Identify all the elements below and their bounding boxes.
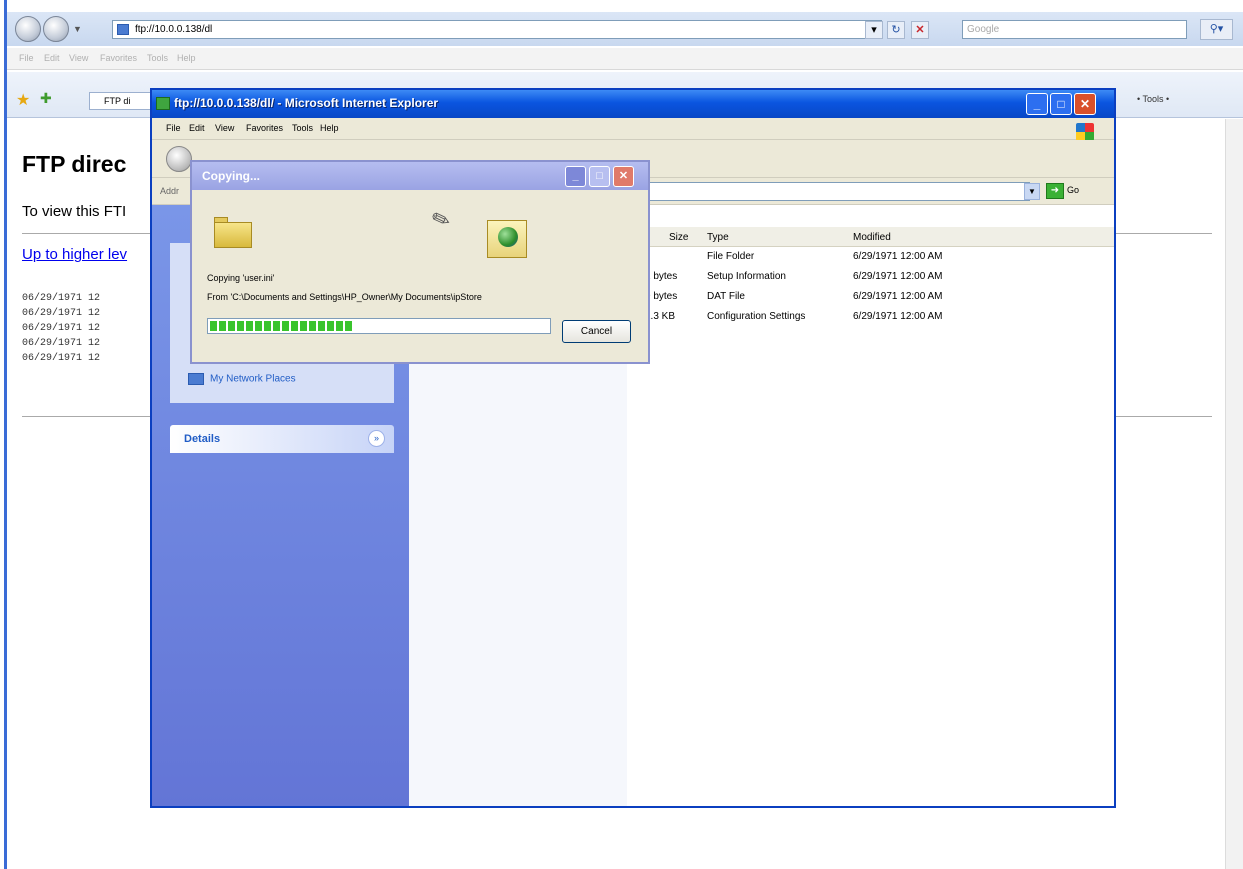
page-icon [117, 24, 129, 35]
search-input[interactable]: Google [962, 20, 1187, 39]
listing-row[interactable]: 06/29/1971 12 [22, 321, 100, 336]
address-text: ftp://10.0.0.138/dl [135, 24, 213, 35]
menu-help[interactable]: Help [177, 53, 196, 63]
copy-progress-bar [207, 318, 551, 334]
menu-tools[interactable]: Tools [147, 53, 168, 63]
back-button[interactable] [15, 16, 41, 42]
address-dropdown-icon[interactable]: ▼ [1024, 183, 1040, 200]
file-list-header: Size Type Modified [627, 227, 1114, 247]
file-row[interactable]: 2.3 KB Configuration Settings 6/29/1971 … [627, 308, 1114, 328]
forward-button[interactable] [43, 16, 69, 42]
close-button[interactable]: ✕ [1074, 93, 1096, 115]
menu-file[interactable]: File [19, 53, 34, 63]
file-row[interactable]: 2 bytes Setup Information 6/29/1971 12:0… [627, 268, 1114, 288]
expand-chevron-icon[interactable]: » [368, 430, 385, 447]
add-favorite-icon[interactable]: ✚ [40, 90, 52, 107]
go-label: Go [1067, 185, 1080, 195]
file-type: Setup Information [707, 271, 786, 282]
ftp-folder-icon [156, 97, 170, 110]
page-title: FTP direc [22, 151, 127, 177]
search-icon[interactable]: ⚲▾ [1200, 19, 1233, 40]
file-type: Configuration Settings [707, 311, 806, 322]
maximize-button[interactable]: □ [1050, 93, 1072, 115]
view-instructions: To view this FTI [22, 203, 127, 220]
tab-label: FTP di [104, 96, 131, 106]
listing-row[interactable]: 06/29/1971 12 [22, 336, 100, 351]
menu-edit[interactable]: Edit [189, 123, 205, 133]
menu-help[interactable]: Help [320, 123, 339, 133]
recent-pages-dropdown-icon[interactable]: ▼ [73, 24, 82, 34]
navigation-bar: ▼ ftp://10.0.0.138/dl ▾ ↻ ✕ Google ⚲▾ [7, 12, 1243, 46]
file-modified: 6/29/1971 12:00 AM [853, 271, 943, 282]
network-folder-icon [487, 220, 527, 258]
file-type: DAT File [707, 291, 745, 302]
go-button[interactable]: ➜ Go [1046, 182, 1100, 201]
menu-view[interactable]: View [69, 53, 88, 63]
parent-directory-link[interactable]: Up to higher lev [22, 246, 127, 263]
menu-tools[interactable]: Tools [292, 123, 313, 133]
windows-logo-icon [1076, 123, 1094, 141]
network-places-label: My Network Places [210, 373, 296, 385]
window-title: ftp://10.0.0.138/dl/ - Microsoft Interne… [174, 96, 439, 110]
file-modified: 6/29/1971 12:00 AM [853, 251, 943, 262]
menu-view[interactable]: View [215, 123, 234, 133]
listing-row[interactable]: 06/29/1971 12 [22, 291, 100, 306]
listing-row[interactable]: 06/29/1971 12 [22, 306, 100, 321]
copying-source-path: From 'C:\Documents and Settings\HP_Owner… [207, 292, 482, 302]
progress-fill [210, 321, 352, 331]
flying-paper-icon: ✎ [428, 204, 454, 235]
close-button[interactable]: ✕ [613, 166, 634, 187]
search-placeholder: Google [967, 24, 1000, 35]
cancel-button[interactable]: Cancel [562, 320, 631, 343]
file-type: File Folder [707, 251, 755, 262]
column-type[interactable]: Type [707, 232, 729, 243]
directory-listing: 06/29/1971 12 06/29/1971 12 06/29/1971 1… [22, 291, 100, 366]
address-label: Addr [160, 186, 180, 196]
details-panel-header[interactable]: Details » [170, 425, 394, 453]
vertical-scrollbar[interactable] [1225, 119, 1243, 869]
address-bar[interactable]: ftp://10.0.0.138/dl [112, 20, 882, 39]
menu-edit[interactable]: Edit [44, 53, 60, 63]
outer-menu-bar: File Edit View Favorites Tools Help [7, 48, 1243, 70]
minimize-button[interactable]: _ [565, 166, 586, 187]
column-size[interactable]: Size [669, 232, 688, 243]
details-label: Details [184, 433, 221, 445]
browser-tab[interactable]: FTP di [89, 92, 159, 110]
go-arrow-icon: ➜ [1046, 182, 1064, 199]
copy-progress-dialog: Copying... _ □ ✕ ✎ Copying 'user.ini' Fr… [190, 160, 650, 364]
explorer-title-bar[interactable]: ftp://10.0.0.138/dl/ - Microsoft Interne… [152, 90, 1114, 118]
tools-button[interactable]: • Tools • [1137, 94, 1169, 104]
explorer-menu-bar: File Edit View Favorites Tools Help [152, 118, 1114, 141]
menu-favorites[interactable]: Favorites [246, 123, 283, 133]
file-modified: 6/29/1971 12:00 AM [853, 291, 943, 302]
file-row[interactable]: File Folder 6/29/1971 12:00 AM [627, 248, 1114, 268]
network-places-icon [188, 373, 204, 385]
minimize-button[interactable]: _ [1026, 93, 1048, 115]
listing-row[interactable]: 06/29/1971 12 [22, 351, 100, 366]
back-button[interactable] [166, 146, 192, 172]
address-dropdown-icon[interactable]: ▾ [865, 21, 883, 39]
refresh-icon[interactable]: ↻ [887, 21, 905, 39]
file-modified: 6/29/1971 12:00 AM [853, 311, 943, 322]
file-list: Size Type Modified File Folder 6/29/1971… [627, 205, 1114, 806]
maximize-button: □ [589, 166, 610, 187]
dialog-title: Copying... [202, 169, 260, 183]
stop-icon[interactable]: ✕ [911, 21, 929, 39]
column-modified[interactable]: Modified [853, 232, 891, 243]
dialog-title-bar[interactable]: Copying... _ □ ✕ [192, 162, 648, 190]
my-network-places-link[interactable]: My Network Places [188, 373, 296, 385]
file-row[interactable]: 9 bytes DAT File 6/29/1971 12:00 AM [627, 288, 1114, 308]
copying-filename: Copying 'user.ini' [207, 273, 275, 283]
menu-file[interactable]: File [166, 123, 181, 133]
favorites-star-icon[interactable]: ★ [16, 90, 30, 110]
menu-favorites[interactable]: Favorites [100, 53, 137, 63]
source-folder-icon [214, 217, 252, 249]
